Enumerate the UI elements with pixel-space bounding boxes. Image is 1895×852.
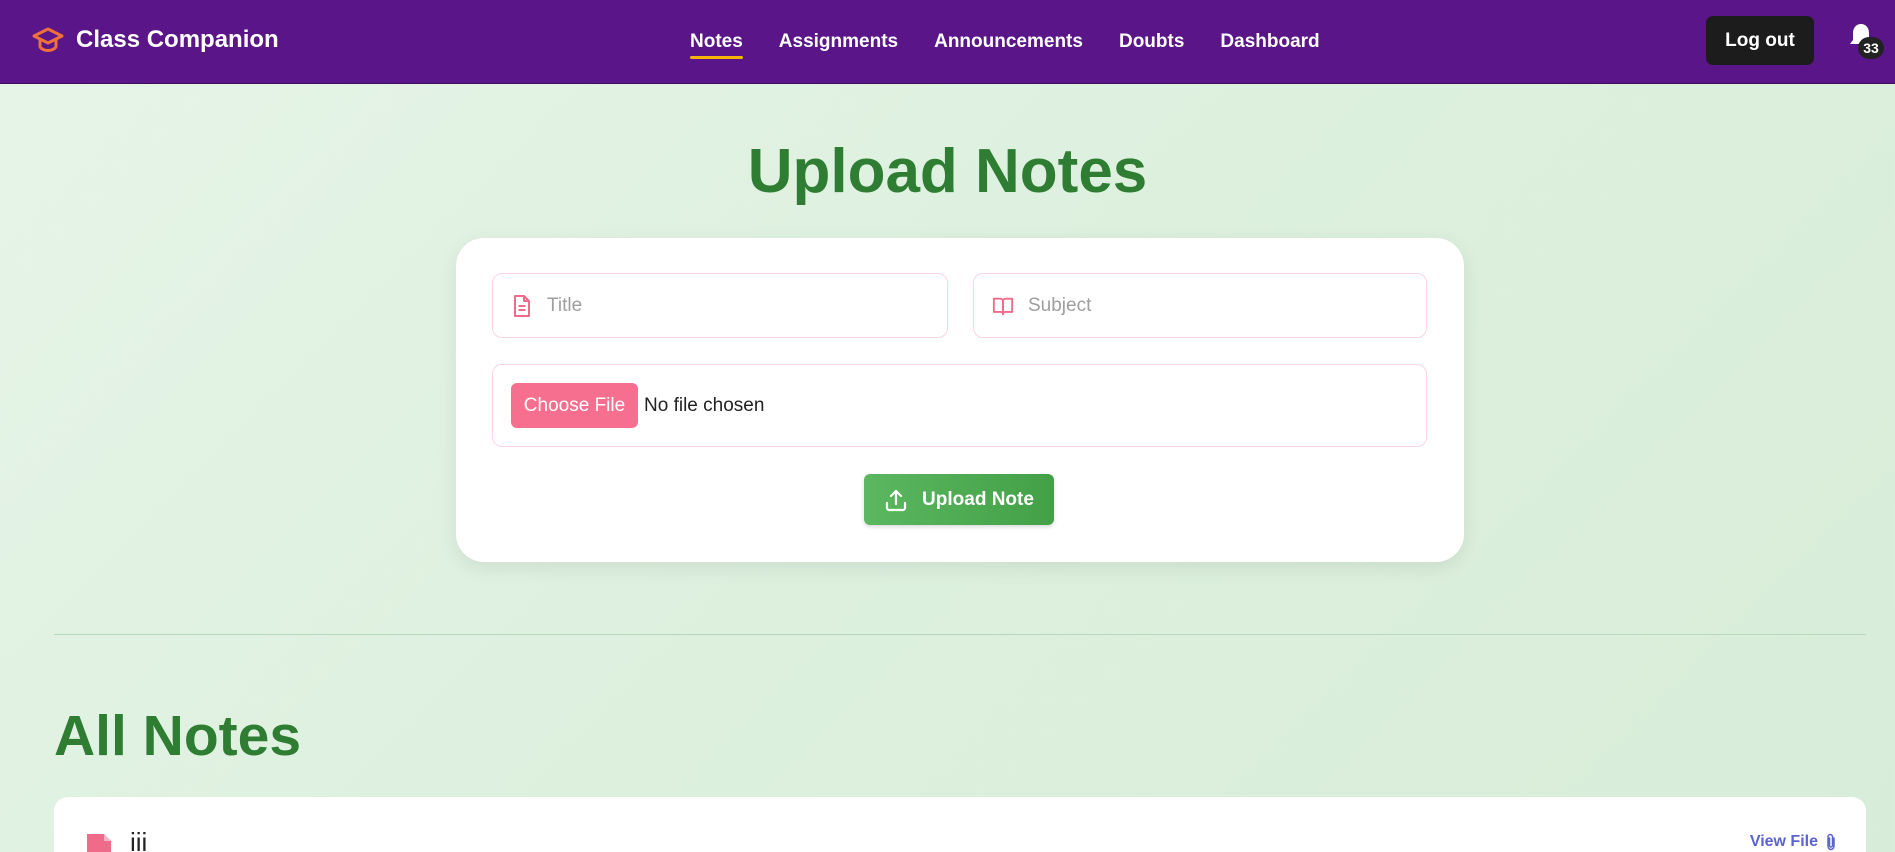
notification-count-badge: 33 — [1858, 37, 1884, 59]
notifications-button[interactable]: 33 — [1846, 20, 1884, 60]
top-navbar: Class Companion Notes Assignments Announ… — [0, 0, 1895, 84]
upload-icon — [885, 489, 907, 511]
upload-note-label: Upload Note — [922, 488, 1034, 510]
note-card: iii View File — [54, 797, 1866, 852]
upload-notes-heading: Upload Notes — [747, 137, 1148, 206]
nav-link-announcements[interactable]: Announcements — [934, 25, 1083, 59]
view-file-link[interactable]: View File — [1750, 833, 1838, 851]
nav-links: Notes Assignments Announcements Doubts D… — [690, 0, 1356, 84]
open-book-icon — [992, 297, 1014, 315]
note-title: iii — [130, 827, 148, 852]
nav-link-assignments[interactable]: Assignments — [779, 25, 898, 59]
title-field[interactable] — [492, 273, 948, 338]
choose-file-button[interactable]: Choose File — [511, 383, 638, 428]
file-status-text: No file chosen — [644, 394, 765, 416]
subject-field[interactable] — [973, 273, 1427, 338]
title-input[interactable] — [547, 294, 927, 317]
document-icon — [514, 294, 530, 317]
file-input-field: Choose File No file chosen — [492, 364, 1427, 447]
nav-link-dashboard[interactable]: Dashboard — [1220, 25, 1319, 59]
paperclip-icon — [1827, 833, 1835, 851]
subject-input[interactable] — [1028, 294, 1408, 317]
logout-button[interactable]: Log out — [1706, 16, 1814, 65]
upload-form-card: Choose File No file chosen Upload Note — [456, 238, 1464, 562]
section-divider — [54, 634, 1866, 635]
all-notes-heading: All Notes — [54, 704, 302, 768]
brand[interactable]: Class Companion — [32, 24, 279, 56]
nav-link-doubts[interactable]: Doubts — [1119, 25, 1184, 59]
view-file-label: View File — [1749, 833, 1818, 850]
note-icon — [87, 834, 111, 852]
upload-note-button[interactable]: Upload Note — [864, 474, 1054, 525]
brand-name: Class Companion — [76, 26, 279, 53]
nav-link-notes[interactable]: Notes — [690, 25, 743, 59]
graduation-cap-icon — [32, 27, 64, 52]
